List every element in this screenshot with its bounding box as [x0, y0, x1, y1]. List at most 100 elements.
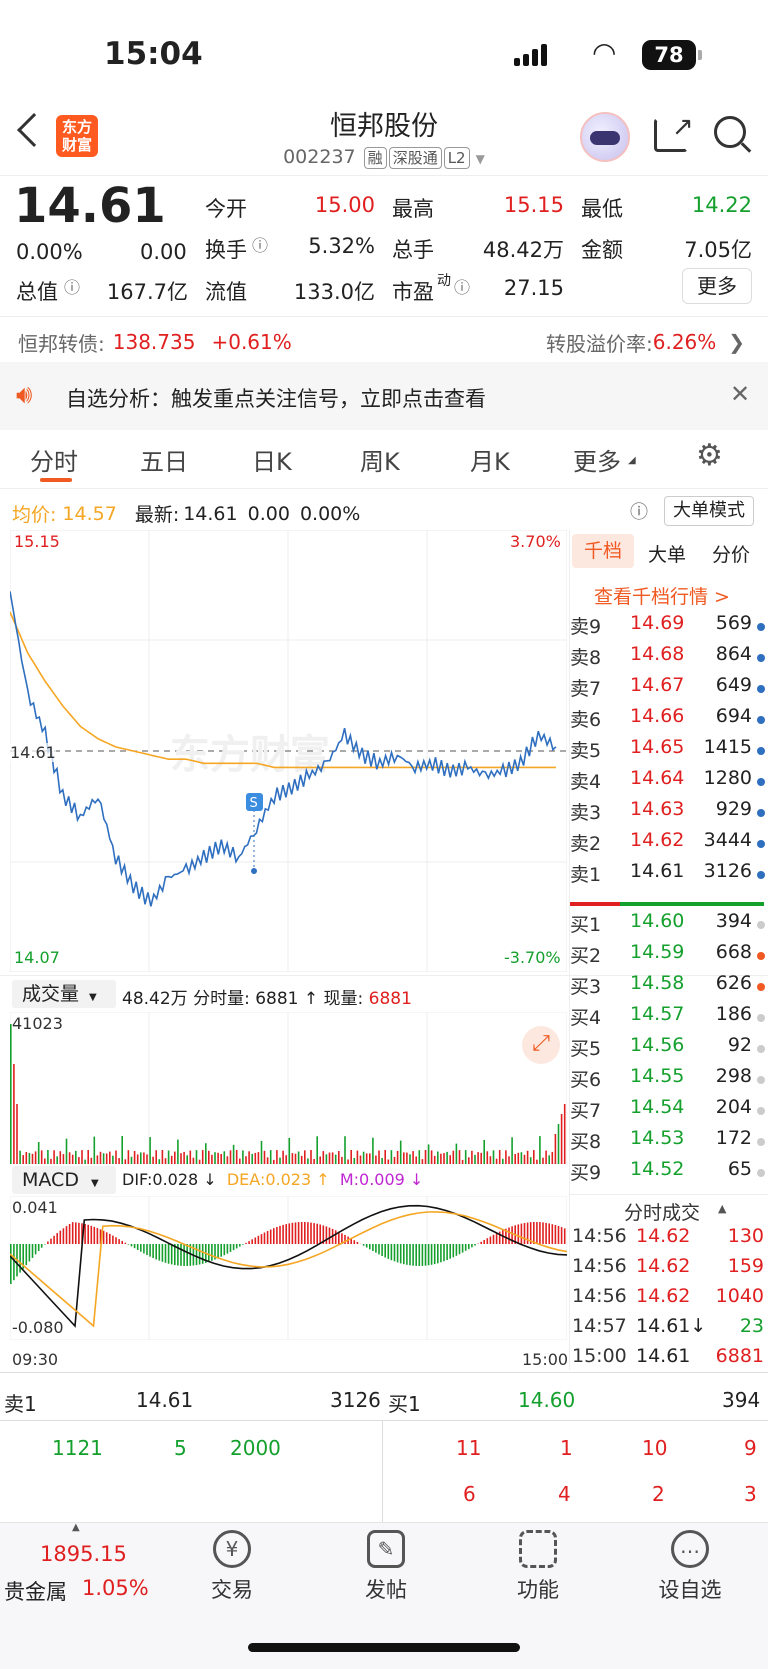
- info-icon[interactable]: ⓘ: [252, 232, 268, 256]
- volume-bar: [458, 1150, 461, 1164]
- bid-row[interactable]: 买2 14.59 668: [570, 941, 768, 972]
- big-order-mode-button[interactable]: 大单模式: [664, 496, 754, 526]
- bid-price: 14.60: [630, 910, 685, 932]
- volume-bar: [455, 1143, 458, 1164]
- convertible-bond-row[interactable]: 恒邦转债: 138.735 +0.61%: [18, 328, 292, 356]
- macd-bar: [455, 1244, 458, 1256]
- info-icon[interactable]: ⓘ: [64, 274, 80, 298]
- ask-row[interactable]: 卖4 14.64 1280: [570, 767, 768, 798]
- volume-bar: [220, 1154, 222, 1164]
- close-icon[interactable]: ✕: [730, 380, 750, 408]
- premium-row[interactable]: 转股溢价率: 6.26% ❯: [546, 328, 745, 356]
- more-button[interactable]: 更多: [682, 268, 752, 304]
- info-icon[interactable]: ⓘ: [454, 274, 470, 298]
- macd-bar: [533, 1222, 535, 1244]
- caret-up-icon[interactable]: ▲: [718, 1202, 726, 1215]
- premium-value: 6.26%: [652, 330, 717, 354]
- chart-info: 均价: 14.57 最新: 14.61 0.00 0.00%: [12, 500, 360, 527]
- nav-trade[interactable]: ¥ 交易: [182, 1530, 282, 1604]
- queue-buy-vol: 394: [722, 1388, 761, 1412]
- nav-add-watch[interactable]: … 设自选: [640, 1530, 740, 1604]
- queue-sell-label: 卖1: [4, 1392, 37, 1416]
- bid-row[interactable]: 买3 14.58 626: [570, 972, 768, 1003]
- ask-row[interactable]: 卖8 14.68 864: [570, 643, 768, 674]
- macd-bar: [245, 1242, 247, 1244]
- bid-row[interactable]: 买7 14.54 204: [570, 1096, 768, 1127]
- ask-row[interactable]: 卖9 14.69 569: [570, 612, 768, 643]
- tab-five-day[interactable]: 五日: [140, 442, 188, 477]
- settings-icon[interactable]: ⚙: [696, 438, 723, 473]
- status-dot: [757, 809, 765, 817]
- volume-bar: [502, 1158, 504, 1164]
- bid-row[interactable]: 买6 14.55 298: [570, 1065, 768, 1096]
- intraday-price-chart[interactable]: 东方财富 S: [10, 530, 567, 972]
- macd-bar: [437, 1244, 439, 1264]
- macd-bar: [118, 1239, 120, 1244]
- volume-bar: [68, 1152, 71, 1164]
- volume-bar: [440, 1153, 442, 1164]
- full-book-link[interactable]: 查看千档行情 >: [594, 582, 730, 609]
- tab-intraday[interactable]: 分时: [30, 442, 78, 477]
- ask-level-label: 卖9: [570, 616, 602, 638]
- macd-bar: [96, 1228, 99, 1244]
- tab-price-dist[interactable]: 分价: [712, 540, 750, 567]
- trade-row: 14:56 14.62 130: [570, 1225, 768, 1255]
- status-dot: [757, 1138, 765, 1146]
- ask-row[interactable]: 卖5 14.65 1415: [570, 736, 768, 767]
- nav-functions[interactable]: 功能: [488, 1530, 588, 1604]
- volume-bar: [285, 1155, 287, 1164]
- macd-bar: [90, 1225, 93, 1244]
- status-dot: [757, 921, 765, 929]
- volume-indicator-select[interactable]: 成交量 ▼: [12, 980, 116, 1008]
- tab-week-k[interactable]: 周K: [360, 442, 400, 477]
- tab-day-k[interactable]: 日K: [252, 442, 292, 477]
- macd-m: M:0.009 ↓: [339, 1170, 424, 1189]
- robot-avatar[interactable]: [580, 112, 630, 162]
- volume-bar: [372, 1137, 374, 1164]
- macd-bar: [10, 1244, 12, 1284]
- tab-more[interactable]: 更多: [573, 442, 621, 477]
- caret-up-icon[interactable]: ▲: [72, 1522, 80, 1533]
- volume-bar: [198, 1159, 201, 1164]
- macd-indicator-select[interactable]: MACD ▼: [12, 1166, 116, 1194]
- nav-post[interactable]: ✎ 发帖: [336, 1530, 436, 1604]
- volume-bar: [471, 1150, 473, 1164]
- help-icon[interactable]: ⓘ: [630, 498, 648, 524]
- macd-bar: [31, 1244, 34, 1258]
- index-name[interactable]: 贵金属: [4, 1576, 67, 1606]
- volume-bar: [22, 1155, 24, 1164]
- ask-row[interactable]: 卖3 14.63 929: [570, 798, 768, 829]
- tab-level-book[interactable]: 千档: [572, 534, 634, 568]
- volume-bar: [563, 1104, 566, 1164]
- bid-row[interactable]: 买8 14.53 172: [570, 1127, 768, 1158]
- volume-bar: [214, 1152, 216, 1164]
- ask-row[interactable]: 卖2 14.62 3444: [570, 829, 768, 860]
- macd-bar: [384, 1244, 386, 1258]
- bid-row[interactable]: 买9 14.52 65: [570, 1158, 768, 1189]
- trade-row: 14:57 14.61↓ 23: [570, 1315, 768, 1345]
- bond-price: 138.735: [112, 330, 196, 354]
- volume-bar: [381, 1158, 383, 1164]
- index-value[interactable]: 1895.15: [40, 1542, 127, 1566]
- bid-row[interactable]: 买1 14.60 394: [570, 910, 768, 941]
- bid-row[interactable]: 买4 14.57 186: [570, 1003, 768, 1034]
- volume-bar: [536, 1159, 538, 1164]
- macd-bar: [551, 1224, 554, 1244]
- volume-bar: [189, 1150, 192, 1164]
- axis-top-pct: 3.70%: [510, 532, 561, 551]
- axis-bottom-pct: -3.70%: [504, 948, 561, 967]
- volume-bar: [177, 1139, 179, 1164]
- ask-row[interactable]: 卖7 14.67 649: [570, 674, 768, 705]
- macd-bar: [223, 1244, 226, 1256]
- bid-row[interactable]: 买5 14.56 92: [570, 1034, 768, 1065]
- tab-month-k[interactable]: 月K: [470, 442, 510, 477]
- stock-code-row[interactable]: 002237 融深股通 L2 ▼: [0, 146, 768, 169]
- ask-row[interactable]: 卖1 14.61 3126: [570, 860, 768, 891]
- divider: [0, 175, 768, 176]
- axis-bottom-price: 14.07: [14, 948, 60, 967]
- macd-bar: [201, 1244, 204, 1264]
- bid-price: 14.53: [630, 1127, 685, 1149]
- expand-icon[interactable]: ⤢: [522, 1026, 560, 1064]
- tab-big-order[interactable]: 大单: [648, 540, 686, 567]
- ask-row[interactable]: 卖6 14.66 694: [570, 705, 768, 736]
